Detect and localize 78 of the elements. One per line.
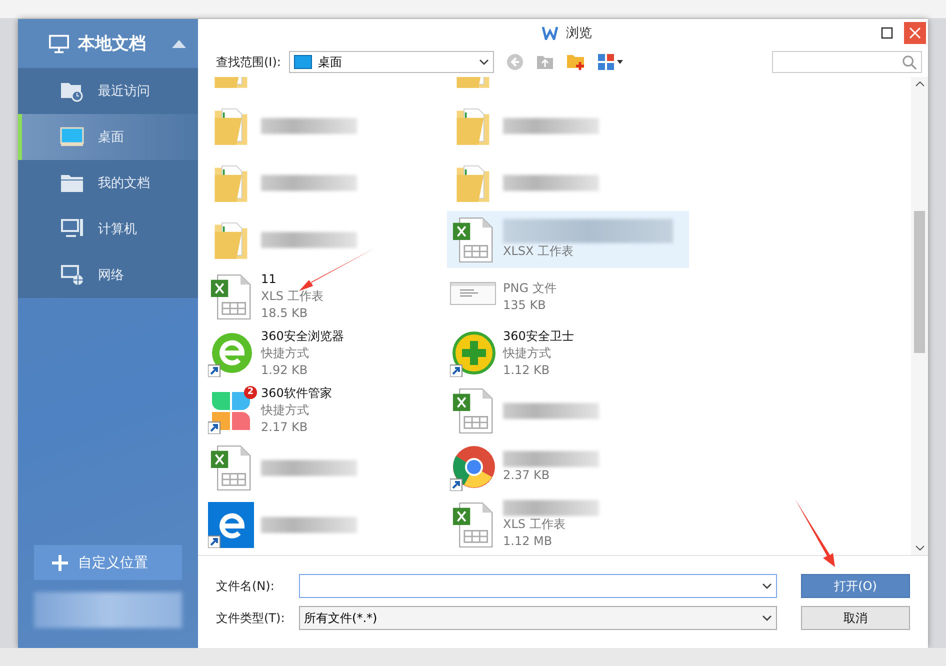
file-type: 快捷方式 [261, 345, 310, 362]
file-name-label: 文件名(N): [216, 578, 276, 594]
spreadsheet-file-icon [210, 274, 252, 320]
folder-clock-icon [60, 80, 84, 102]
file-type: PNG 文件 [503, 280, 556, 296]
chevron-down-icon [762, 583, 772, 589]
file-type-dropdown[interactable]: 所有文件(*.*) [299, 606, 777, 630]
file-item[interactable]: XLS 工作表 1.12 MB [447, 496, 689, 553]
file-item[interactable]: 2.37 KB [447, 439, 689, 496]
file-name: 360安全卫士 [503, 328, 574, 345]
back-icon[interactable] [506, 53, 524, 71]
desktop-icon [60, 127, 84, 147]
spreadsheet-file-icon [452, 388, 494, 434]
file-size: 2.17 KB [261, 419, 309, 436]
look-in-label: 查找范围(I): [216, 54, 281, 70]
cancel-button[interactable]: 取消 [801, 606, 910, 630]
search-icon [902, 54, 917, 70]
computer-icon [60, 218, 84, 240]
file-type: XLSX 工作表 [503, 243, 575, 260]
chevron-down-icon [478, 59, 489, 65]
sidebar-item[interactable]: 网络 [18, 252, 198, 298]
sidebar-item[interactable]: 桌面 [18, 114, 198, 160]
up-folder-icon[interactable] [536, 54, 554, 70]
file-size: 1.12 KB [503, 362, 551, 379]
file-name: 11 [261, 271, 278, 288]
sidebar-item[interactable]: 最近访问 [18, 68, 198, 114]
close-icon [909, 27, 921, 39]
file-size: 1.92 KB [261, 362, 309, 379]
scroll-down-icon[interactable] [914, 545, 924, 551]
close-button[interactable] [904, 22, 926, 44]
sidebar-title: 本地文档 [78, 33, 147, 55]
app-logo-icon [542, 26, 558, 40]
round-browser-shortcut-icon [450, 444, 496, 490]
folder-icon [60, 173, 84, 193]
monitor-icon [48, 34, 70, 54]
file-item[interactable]: 360安全卫士 快捷方式 1.12 KB [447, 325, 689, 382]
window-title: 浏览 [566, 25, 592, 42]
file-type: XLS 工作表 [261, 288, 324, 305]
network-icon [60, 264, 84, 286]
file-item[interactable]: XLSX 工作表 [447, 211, 689, 268]
file-name: 360安全浏览器 [261, 328, 344, 345]
view-grid-icon[interactable] [598, 54, 624, 70]
custom-location-button[interactable]: 自定义位置 [34, 545, 182, 580]
sidebar-item[interactable]: 计算机 [18, 206, 198, 252]
open-button[interactable]: 打开(O) [801, 574, 910, 598]
e-browser-shortcut-icon [208, 502, 254, 548]
file-item[interactable]: 2 360软件管家 快捷方式 2.17 KB [205, 382, 447, 439]
file-type-label: 文件类型(T): [216, 610, 286, 626]
scrollbar[interactable] [911, 77, 928, 555]
spreadsheet-file-icon [452, 216, 494, 262]
file-size: 135 KB [503, 296, 547, 314]
file-type: XLS 工作表 [503, 516, 566, 532]
file-name-field[interactable] [299, 574, 777, 598]
look-in-dropdown[interactable]: 桌面 [288, 51, 494, 73]
chevron-down-icon [762, 615, 772, 621]
file-type: 快捷方式 [503, 345, 552, 362]
file-item[interactable]: PNG 文件 135 KB [447, 268, 689, 325]
plus-icon [52, 554, 68, 570]
file-name: 360软件管家 [261, 385, 332, 402]
collapse-icon[interactable] [172, 40, 186, 48]
file-size: 2.37 KB [503, 467, 551, 484]
spreadsheet-file-icon [452, 502, 494, 548]
sidebar-item[interactable]: 我的文档 [18, 160, 198, 206]
search-field[interactable] [772, 51, 922, 73]
new-folder-icon[interactable] [566, 53, 586, 71]
spreadsheet-file-icon [210, 444, 252, 490]
file-size: 18.5 KB [261, 305, 309, 322]
shield-plus-shortcut-icon [450, 330, 496, 376]
desktop-icon [294, 55, 312, 69]
file-size: 1.12 MB [503, 532, 554, 550]
browser-shortcut-icon [208, 330, 254, 376]
maximize-icon [881, 27, 893, 39]
file-item[interactable]: 360安全浏览器 快捷方式 1.92 KB [205, 325, 447, 382]
file-item[interactable]: 11 XLS 工作表 18.5 KB [205, 268, 447, 325]
notification-badge: 2 [244, 386, 257, 398]
file-type: 快捷方式 [261, 402, 310, 419]
scroll-up-icon[interactable] [914, 81, 924, 87]
scroll-thumb[interactable] [914, 211, 925, 353]
